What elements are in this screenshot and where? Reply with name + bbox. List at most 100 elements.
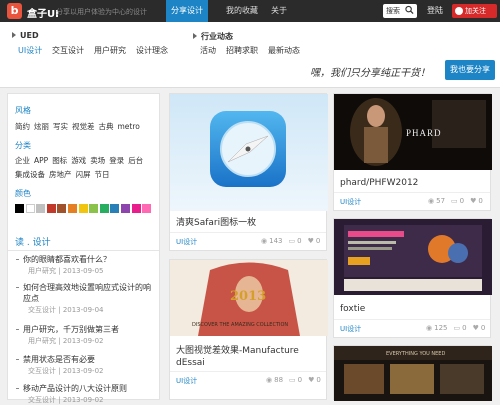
- eye-icon: ◉: [426, 324, 433, 332]
- article-category[interactable]: 用户研究: [28, 337, 56, 345]
- card-category[interactable]: UI设计: [340, 197, 361, 207]
- category-tag[interactable]: 后台: [128, 156, 143, 165]
- article-title[interactable]: 如何合理高效地设置响应式设计的响应点: [16, 282, 156, 304]
- nav-favorites[interactable]: 我的收藏: [221, 0, 263, 22]
- subnav-interaction-design[interactable]: 交互设计: [52, 45, 84, 56]
- article-date: 2013-09-05: [62, 267, 104, 275]
- logo-text[interactable]: 盒子UI: [27, 5, 59, 20]
- article-item[interactable]: 禁用状态是否有必要 交互设计 | 2013-09-02: [16, 354, 156, 376]
- phard-preview-image[interactable]: PHARD: [334, 94, 492, 170]
- article-item[interactable]: 如何合理高效地设置响应式设计的响应点 交互设计 | 2013-09-04: [16, 282, 156, 315]
- color-swatch[interactable]: [99, 204, 109, 213]
- skate-preview-image[interactable]: EVERYTHING YOU NEED: [334, 346, 492, 401]
- card-stats: ◉ 57 ▭ 0 ♥ 0: [422, 197, 483, 205]
- card-title[interactable]: 大图视觉差效果-Manufacture dEssai: [176, 345, 324, 369]
- color-swatch[interactable]: [89, 204, 99, 213]
- subnav-user-research[interactable]: 用户研究: [94, 45, 126, 56]
- nav-share-design[interactable]: 分享设计: [166, 0, 208, 22]
- subnav-latest-news[interactable]: 最新动态: [268, 45, 300, 56]
- comment-icon[interactable]: ▭: [451, 197, 458, 205]
- subnav-design-philosophy[interactable]: 设计理念: [136, 45, 168, 56]
- article-item[interactable]: 用户研究，千万别做第三者 用户研究 | 2013-09-02: [16, 324, 156, 346]
- year-text: 2013: [230, 289, 266, 304]
- subnav-ui-design[interactable]: UI设计: [18, 45, 42, 56]
- heart-icon[interactable]: ♥: [308, 376, 314, 384]
- card-title[interactable]: phard/PHFW2012: [340, 177, 418, 189]
- heart-icon[interactable]: ♥: [470, 197, 476, 205]
- login-link[interactable]: 登陆: [427, 0, 443, 22]
- comment-icon[interactable]: ▭: [453, 324, 460, 332]
- card-title[interactable]: 清爽Safari图标一枚: [176, 217, 256, 229]
- subnav-events[interactable]: 活动: [200, 45, 216, 56]
- style-tag[interactable]: 简约: [15, 122, 30, 131]
- logo-mark[interactable]: b: [7, 3, 22, 19]
- category-tag[interactable]: 节日: [95, 170, 110, 179]
- category-tag[interactable]: 登录: [109, 156, 124, 165]
- card-category[interactable]: UI设计: [176, 376, 197, 386]
- design-card[interactable]: 2013 DISCOVER THE AMAZING COLLECTION 大图视…: [169, 259, 328, 400]
- category-tag[interactable]: 房地产: [49, 170, 72, 179]
- color-swatch[interactable]: [142, 204, 152, 213]
- article-title[interactable]: 用户研究，千万别做第三者: [16, 324, 156, 335]
- color-swatch[interactable]: [46, 204, 56, 213]
- category-tag[interactable]: 企业: [15, 156, 30, 165]
- heart-icon[interactable]: ♥: [308, 237, 314, 245]
- comment-count: 0: [462, 324, 467, 332]
- phard-logo-text: PHARD: [406, 128, 442, 138]
- article-category[interactable]: 交互设计: [28, 306, 56, 314]
- card-category[interactable]: UI设计: [340, 324, 361, 334]
- article-title[interactable]: 移动产品设计的八大设计原则: [16, 383, 156, 394]
- article-category[interactable]: 交互设计: [28, 396, 56, 404]
- design-card[interactable]: foxtie UI设计 ◉ 125 ▭ 0 ♥ 0: [333, 218, 492, 338]
- heart-icon[interactable]: ♥: [473, 324, 479, 332]
- color-swatch[interactable]: [67, 204, 77, 213]
- design-card[interactable]: EVERYTHING YOU NEED: [333, 345, 492, 401]
- article-title[interactable]: 你的眼睛都喜欢看什么？: [16, 254, 156, 265]
- card-title[interactable]: foxtie: [340, 303, 365, 315]
- eye-icon: ◉: [261, 237, 268, 245]
- article-title[interactable]: 禁用状态是否有必要: [16, 354, 156, 365]
- manufacture-preview-image[interactable]: 2013 DISCOVER THE AMAZING COLLECTION: [170, 260, 328, 336]
- article-category[interactable]: 交互设计: [28, 367, 56, 375]
- share-button[interactable]: 我也要分享: [445, 60, 495, 80]
- comment-icon[interactable]: ▭: [288, 237, 295, 245]
- search-icon[interactable]: [405, 5, 414, 15]
- comment-icon[interactable]: ▭: [289, 376, 296, 384]
- category-tag[interactable]: 游戏: [71, 156, 86, 165]
- article-meta: 用户研究 | 2013-09-02: [28, 337, 104, 345]
- article-item[interactable]: 移动产品设计的八大设计原则 交互设计 | 2013-09-02: [16, 383, 156, 405]
- foxtie-preview-image[interactable]: [334, 219, 492, 295]
- subnav-jobs[interactable]: 招聘求职: [226, 45, 258, 56]
- safari-icon-preview[interactable]: [170, 94, 328, 211]
- caret-right-icon: [12, 32, 16, 38]
- category-tag[interactable]: 集成设备: [15, 170, 45, 179]
- color-swatch[interactable]: [110, 204, 120, 213]
- card-category[interactable]: UI设计: [176, 237, 197, 247]
- weibo-icon: [455, 7, 463, 15]
- category-tag[interactable]: 卖场: [90, 156, 105, 165]
- color-swatch[interactable]: [131, 204, 141, 213]
- category-tag[interactable]: APP: [34, 156, 48, 165]
- article-category[interactable]: 用户研究: [28, 267, 56, 275]
- comment-count: 0: [297, 376, 303, 384]
- style-tag[interactable]: 写实: [53, 122, 68, 131]
- design-card[interactable]: 清爽Safari图标一枚 UI设计 ◉ 143 ▭ 0 ♥ 0: [169, 93, 328, 251]
- article-meta: 用户研究 | 2013-09-05: [28, 267, 104, 275]
- article-item[interactable]: 你的眼睛都喜欢看什么？ 用户研究 | 2013-09-05: [16, 254, 156, 276]
- style-tag[interactable]: 古典: [99, 122, 114, 131]
- style-tag[interactable]: metro: [118, 122, 140, 131]
- category-tag[interactable]: 闪屏: [76, 170, 91, 179]
- color-swatch[interactable]: [57, 204, 67, 213]
- color-swatch[interactable]: [15, 204, 24, 213]
- color-swatch[interactable]: [36, 204, 46, 213]
- color-swatch[interactable]: [120, 204, 130, 213]
- style-tag[interactable]: 炫丽: [34, 122, 49, 131]
- style-tag[interactable]: 视觉差: [72, 122, 95, 131]
- nav-about[interactable]: 关于: [266, 0, 292, 22]
- design-card[interactable]: PHARD phard/PHFW2012 UI设计 ◉ 57 ▭ 0 ♥ 0: [333, 93, 492, 211]
- category-tag[interactable]: 图标: [52, 156, 67, 165]
- comment-count: 0: [297, 237, 302, 245]
- color-swatch[interactable]: [25, 204, 35, 213]
- color-swatch[interactable]: [78, 204, 88, 213]
- weibo-follow-button[interactable]: 加关注: [452, 4, 497, 18]
